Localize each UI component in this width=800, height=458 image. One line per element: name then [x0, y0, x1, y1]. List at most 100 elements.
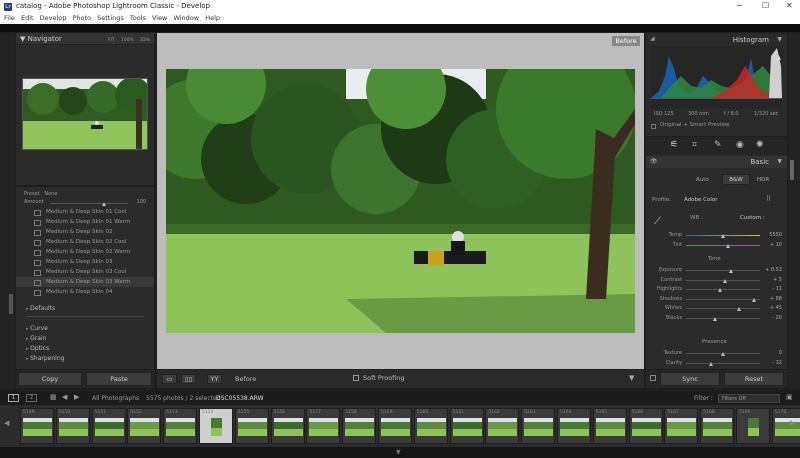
- filmstrip-thumbnail[interactable]: 5150: [55, 408, 90, 444]
- before-after-icon[interactable]: ▯▯: [181, 374, 196, 384]
- scroll-left-icon[interactable]: ◀: [4, 419, 9, 427]
- tone-whites-value[interactable]: + 45: [760, 305, 782, 311]
- left-panel-toggle[interactable]: [9, 294, 13, 314]
- preset-item[interactable]: Medium & Deep Skin 02 Cool: [16, 237, 154, 247]
- toolbar-menu-icon[interactable]: ▼: [629, 374, 634, 382]
- preset-item[interactable]: Medium & Deep Skin 01 Cool: [16, 207, 154, 217]
- presence-texture-slider-knob[interactable]: [720, 352, 725, 356]
- menu-tools[interactable]: Tools: [130, 14, 146, 22]
- filmstrip-thumbnail[interactable]: 5157: [306, 408, 341, 444]
- tone-blacks-slider-track[interactable]: [686, 318, 760, 319]
- preset-item[interactable]: Medium & Deep Skin 02 Warm: [16, 247, 154, 257]
- module-picker-collapsed[interactable]: [0, 24, 800, 32]
- copy-button[interactable]: Copy: [18, 372, 82, 386]
- maximize-icon[interactable]: ☐: [762, 1, 769, 10]
- navigator-header[interactable]: ▼ Navigator FIT 100% 33%: [16, 33, 154, 45]
- page-2-button[interactable]: 2: [26, 394, 37, 402]
- filename[interactable]: DSC05538.ARW: [216, 395, 264, 402]
- navigator-preview[interactable]: [22, 78, 148, 150]
- preset-group-defaults[interactable]: Defaults: [16, 303, 154, 313]
- tone-exposure-slider-track[interactable]: [686, 270, 760, 271]
- menu-develop[interactable]: Develop: [40, 14, 67, 22]
- tone-contrast-slider-knob[interactable]: [723, 278, 728, 283]
- presence-texture-value[interactable]: 0: [760, 350, 782, 356]
- tone-shadows-value[interactable]: + 88: [760, 296, 782, 302]
- presence-clarity-slider-track[interactable]: [686, 363, 760, 364]
- filmstrip-thumbnail[interactable]: 5165: [592, 408, 627, 444]
- grid-icon[interactable]: ▦: [50, 393, 57, 401]
- loupe-view-icon[interactable]: ▭: [162, 374, 177, 384]
- menu-window[interactable]: Window: [173, 14, 199, 22]
- tone-whites-slider-track[interactable]: [686, 308, 760, 310]
- filmstrip-thumbnail-selected[interactable]: 5154: [199, 408, 233, 444]
- sync-button[interactable]: Sync: [660, 372, 720, 386]
- tone-shadows-slider-track[interactable]: [686, 298, 760, 300]
- filmstrip-thumbnail[interactable]: 5163: [521, 408, 556, 444]
- filmstrip-thumbnail[interactable]: 5170: [771, 408, 800, 444]
- tone-highlights-value[interactable]: - 11: [760, 286, 782, 292]
- filmstrip-thumbnail[interactable]: 5152: [127, 408, 162, 444]
- filmstrip-thumbnail[interactable]: 5167: [664, 408, 699, 444]
- presence-clarity-slider-knob[interactable]: [708, 362, 713, 366]
- temp-value[interactable]: 5550: [760, 232, 782, 238]
- reset-button[interactable]: Reset: [724, 372, 784, 386]
- preset-item[interactable]: Medium & Deep Skin 02: [16, 227, 154, 237]
- filter-dropdown[interactable]: Filters Off: [718, 394, 780, 403]
- preset-group-sharpening[interactable]: Sharpening: [16, 353, 154, 363]
- filmstrip-thumbnail[interactable]: 5155: [234, 408, 269, 444]
- source-label[interactable]: All Photographs: [92, 395, 139, 402]
- zoom-100[interactable]: 100%: [121, 38, 134, 43]
- tone-shadows-slider-knob[interactable]: [752, 297, 757, 302]
- filmstrip-thumbnail[interactable]: 5159: [378, 408, 412, 444]
- filmstrip-thumbnail[interactable]: 5169: [736, 408, 770, 444]
- preset-group-optics[interactable]: Optics: [16, 343, 154, 353]
- filmstrip-thumbnail[interactable]: 5162: [485, 408, 520, 444]
- main-photo[interactable]: [166, 69, 635, 333]
- filmstrip-thumbnail[interactable]: 5160: [413, 408, 448, 444]
- menu-view[interactable]: View: [152, 14, 167, 22]
- tint-value[interactable]: + 10: [760, 242, 782, 248]
- preset-item-selected[interactable]: Medium & Deep Skin 03 Warm: [16, 277, 154, 287]
- menu-file[interactable]: File: [4, 14, 15, 22]
- tone-contrast-value[interactable]: + 5: [760, 277, 782, 283]
- menu-help[interactable]: Help: [205, 14, 220, 22]
- tone-blacks-slider-knob[interactable]: [713, 317, 718, 321]
- filmstrip-thumbnail[interactable]: 5153: [163, 408, 198, 444]
- tone-exposure-value[interactable]: + 0.53: [760, 267, 782, 273]
- auto-sync-toggle[interactable]: [650, 375, 656, 381]
- tint-slider-knob[interactable]: [726, 244, 731, 248]
- filmstrip-thumbnail[interactable]: 5168: [700, 408, 735, 444]
- close-icon[interactable]: ✕: [786, 1, 793, 10]
- minimize-icon[interactable]: ─: [737, 1, 742, 10]
- soft-proofing-checkbox[interactable]: [353, 375, 359, 381]
- tint-slider-track[interactable]: [686, 245, 760, 246]
- paste-button[interactable]: Paste: [86, 372, 152, 386]
- filmstrip-thumbnail[interactable]: 5149: [20, 408, 54, 444]
- temp-slider-knob[interactable]: [720, 234, 725, 238]
- filmstrip-thumbnail[interactable]: 5166: [628, 408, 663, 444]
- forward-arrow-icon[interactable]: ▶: [74, 393, 79, 401]
- preset-group-grain[interactable]: Grain: [16, 333, 154, 343]
- scroll-right-icon[interactable]: ▶: [790, 419, 795, 427]
- menu-settings[interactable]: Settings: [97, 14, 124, 22]
- preset-group-curve[interactable]: Curve: [16, 323, 154, 333]
- tone-exposure-slider-knob[interactable]: [729, 269, 734, 273]
- tone-whites-slider-knob[interactable]: [736, 307, 741, 312]
- presence-clarity-value[interactable]: - 32: [760, 360, 782, 366]
- filmstrip-thumbnail[interactable]: 5158: [342, 408, 377, 444]
- preset-item[interactable]: Medium & Deep Skin 03 Cool: [16, 267, 154, 277]
- amount-slider-track[interactable]: [50, 203, 128, 204]
- filter-lock-icon[interactable]: ▣: [786, 393, 793, 401]
- tone-highlights-slider-track[interactable]: [686, 289, 760, 291]
- tone-blacks-value[interactable]: - 20: [760, 315, 782, 321]
- menu-photo[interactable]: Photo: [72, 14, 91, 22]
- preset-item[interactable]: Medium & Deep Skin 04: [16, 287, 154, 297]
- filmstrip-thumbnail[interactable]: 5151: [91, 408, 126, 444]
- filmstrip-toggle-icon[interactable]: ▼: [396, 449, 401, 456]
- preset-item[interactable]: Medium & Deep Skin 03: [16, 257, 154, 267]
- right-scrollbar[interactable]: [790, 160, 794, 180]
- menu-edit[interactable]: Edit: [21, 14, 34, 22]
- back-arrow-icon[interactable]: ◀: [62, 393, 67, 401]
- filmstrip-thumbnail[interactable]: 5156: [270, 408, 305, 444]
- yy-toggle-icon[interactable]: YY: [207, 374, 222, 384]
